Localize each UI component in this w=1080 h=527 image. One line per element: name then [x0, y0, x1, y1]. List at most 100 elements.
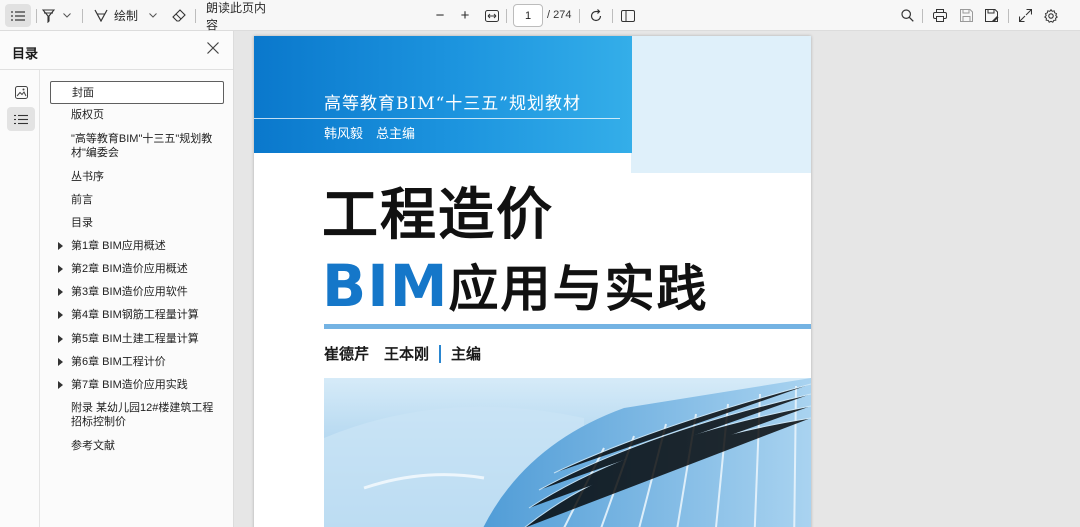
toc-item[interactable]: 第2章 BIM造价应用概述	[50, 262, 224, 278]
toc-item-label: 第5章 BIM土建工程量计算	[71, 333, 199, 345]
expand-arrow-icon[interactable]	[58, 381, 63, 389]
toc-item[interactable]: 第1章 BIM应用概述	[50, 239, 224, 255]
erase-button[interactable]	[170, 0, 188, 31]
zoom-in-button[interactable]: +	[456, 0, 474, 31]
toc-item-label: 版权页	[71, 109, 104, 121]
toolbar-divider	[579, 9, 580, 23]
authors-line: 崔德芹 王本刚 主编	[324, 343, 481, 364]
toc-item[interactable]: 丛书序	[50, 170, 224, 186]
cover-band-light	[631, 36, 811, 173]
toc-item[interactable]: 封面	[50, 81, 224, 104]
save-button[interactable]	[957, 0, 975, 31]
toc-item-label: 封面	[72, 87, 94, 99]
toc-item[interactable]: 第7章 BIM造价应用实践	[50, 378, 224, 394]
chief-editor: 韩风毅 总主编	[324, 126, 416, 141]
save-as-icon	[985, 9, 999, 22]
toolbar-divider	[922, 9, 923, 23]
draw-options-button[interactable]	[146, 0, 160, 31]
read-aloud-button[interactable]: 朗读此页内容	[206, 0, 276, 32]
fit-page-button[interactable]	[483, 0, 501, 31]
toc-item[interactable]: 目录	[50, 216, 224, 232]
book-title-line1: 工程造价	[322, 183, 554, 248]
highlight-button[interactable]	[39, 0, 57, 31]
page-view-icon	[621, 9, 635, 22]
list-icon	[11, 10, 25, 21]
draw-label: 绘制	[114, 9, 139, 23]
eraser-icon	[172, 9, 186, 22]
chevron-down-icon	[63, 13, 71, 18]
page-total: / 274	[547, 9, 572, 21]
chevron-down-icon	[149, 13, 157, 18]
contents-toggle-button[interactable]	[5, 4, 31, 27]
settings-button[interactable]	[1042, 0, 1060, 31]
toolbar-divider	[612, 9, 613, 23]
series-title: 高等教育BIM“十三五”规划教材	[324, 94, 581, 114]
highlighter-icon	[41, 8, 55, 23]
close-sidebar-button[interactable]	[206, 41, 222, 57]
toc-item-label: 目录	[71, 217, 93, 229]
toolbar-divider	[1008, 9, 1009, 23]
pdf-toolbar: 绘制 朗读此页内容 − + 1 / 274	[0, 0, 1080, 32]
expand-arrow-icon[interactable]	[58, 288, 63, 296]
image-icon	[14, 85, 28, 99]
fit-width-icon	[485, 9, 499, 22]
rotate-button[interactable]	[587, 0, 605, 31]
contents-sidebar: 目录 封面 版权页 "高等教育BIM"十三五"规划教 材"编委会 丛书序 前言 …	[0, 31, 234, 527]
toc-item[interactable]: 参考文献	[50, 439, 224, 455]
page-view-button[interactable]	[619, 0, 637, 31]
cover-photo-building	[324, 378, 811, 527]
band-rule	[254, 118, 620, 119]
toc-item[interactable]: 第3章 BIM造价应用软件	[50, 285, 224, 301]
search-icon	[900, 9, 914, 22]
close-icon	[207, 42, 219, 54]
zoom-in-icon: +	[460, 7, 470, 24]
printer-icon	[933, 9, 947, 22]
book-title-rest: 应用与实践	[448, 260, 709, 318]
read-aloud-label: 朗读此页内容	[206, 0, 267, 32]
draw-button[interactable]: 绘制	[94, 0, 140, 31]
toc-item[interactable]: 版权页	[50, 108, 224, 124]
toc-item[interactable]: 第5章 BIM土建工程量计算	[50, 332, 224, 348]
toolbar-divider	[36, 9, 37, 23]
toc-item-label: 第3章 BIM造价应用软件	[71, 286, 188, 298]
zoom-out-icon: −	[435, 7, 445, 24]
fullscreen-button[interactable]	[1016, 0, 1034, 31]
print-button[interactable]	[931, 0, 949, 31]
expand-arrow-icon[interactable]	[58, 311, 63, 319]
toc-item[interactable]: "高等教育BIM"十三五"规划教 材"编委会	[50, 132, 224, 162]
expand-arrow-icon[interactable]	[58, 358, 63, 366]
book-title-line2: BIM应用与实践	[322, 254, 709, 318]
author-separator	[439, 344, 442, 363]
search-button[interactable]	[898, 0, 916, 31]
rotate-icon	[590, 8, 602, 21]
toc-item-label: 第1章 BIM应用概述	[71, 240, 166, 252]
toc-item-label: 第2章 BIM造价应用概述	[71, 263, 188, 275]
cover-band: 高等教育BIM“十三五”规划教材 韩风毅 总主编	[254, 36, 632, 153]
pdf-page-cover: 高等教育BIM“十三五”规划教材 韩风毅 总主编 工程造价 BIM应用与实践 崔…	[254, 36, 811, 527]
editor-role: 主编	[451, 346, 482, 363]
highlight-options-button[interactable]	[60, 0, 74, 31]
outline-tab[interactable]	[7, 107, 35, 131]
toc-item[interactable]: 附录 某幼儿园12#楼建筑工程 招标控制价	[50, 401, 224, 431]
toc-item-label: "高等教育BIM"十三五"规划教	[71, 133, 213, 145]
expand-arrow-icon[interactable]	[58, 242, 63, 250]
toc-item-label: 第6章 BIM工程计价	[71, 356, 166, 368]
zoom-out-button[interactable]: −	[431, 0, 449, 31]
toc-item[interactable]: 第6章 BIM工程计价	[50, 355, 224, 371]
toc-item-label: 前言	[71, 194, 93, 206]
thumbnails-tab[interactable]	[7, 80, 35, 104]
document-viewport[interactable]: 高等教育BIM“十三五”规划教材 韩风毅 总主编 工程造价 BIM应用与实践 崔…	[234, 31, 1080, 527]
expand-arrow-icon[interactable]	[58, 335, 63, 343]
expand-arrow-icon[interactable]	[58, 265, 63, 273]
draw-icon	[94, 9, 108, 22]
toc-item-label: 参考文献	[71, 440, 115, 452]
toc-item[interactable]: 第4章 BIM钢筋工程量计算	[50, 308, 224, 324]
book-title-bim: BIM	[322, 252, 449, 320]
page-number-input[interactable]: 1	[513, 4, 543, 27]
sidebar-rail	[0, 70, 40, 527]
toc-item-label-continued: 材"编委会	[71, 147, 119, 159]
sidebar-title: 目录	[12, 46, 39, 61]
save-as-button[interactable]	[983, 0, 1001, 31]
toc-item[interactable]: 前言	[50, 193, 224, 209]
building-illustration	[324, 378, 811, 527]
